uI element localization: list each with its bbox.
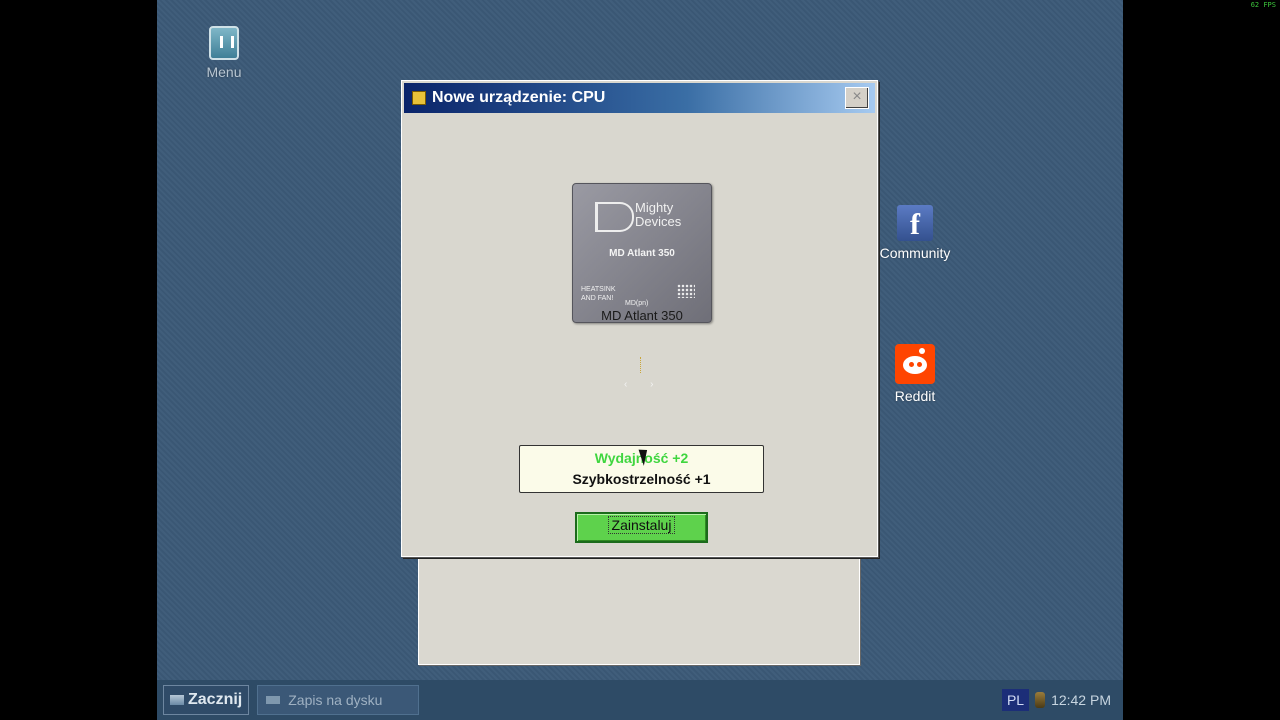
card-model: MD Atlant 350 bbox=[609, 248, 675, 259]
start-label: Zacznij bbox=[188, 691, 243, 708]
background-window bbox=[418, 557, 860, 665]
window-icon bbox=[412, 91, 426, 105]
device-name-label: MD Atlant 350 bbox=[601, 308, 683, 323]
desktop-icon-label: Reddit bbox=[894, 388, 936, 404]
fps-counter: 62 FPS bbox=[1250, 1, 1276, 9]
menu-icon bbox=[209, 26, 239, 60]
install-button[interactable]: Zainstaluj bbox=[575, 512, 708, 543]
mighty-devices-logo-icon bbox=[595, 202, 634, 232]
taskbar-item-save[interactable]: Zapis na dysku bbox=[257, 685, 420, 715]
drive-icon bbox=[266, 696, 281, 704]
card-brand: Mighty Devices bbox=[635, 201, 681, 229]
taskbar-item-label: Zapis na dysku bbox=[288, 692, 383, 708]
carousel-arrows[interactable]: ‹ › bbox=[624, 379, 663, 390]
install-button-label: Zainstaluj bbox=[607, 516, 676, 534]
brand-line1: Mighty bbox=[635, 200, 674, 215]
system-tray: PL 12:42 PM bbox=[1001, 689, 1111, 711]
desktop-icon-label: Community bbox=[879, 245, 951, 261]
clock: 12:42 PM bbox=[1051, 692, 1111, 708]
stat-fire-rate: Szybkostrzelność +1 bbox=[572, 471, 711, 487]
desktop-icon-reddit[interactable]: Reddit bbox=[870, 344, 960, 404]
card-small-line1: HEATSINK bbox=[581, 286, 616, 293]
start-button[interactable]: Zacznij bbox=[163, 685, 250, 715]
desktop-icon-menu[interactable]: Menu bbox=[179, 26, 269, 80]
facebook-icon: f bbox=[897, 205, 933, 241]
reddit-icon bbox=[895, 344, 935, 384]
language-indicator[interactable]: PL bbox=[1001, 689, 1030, 711]
new-device-dialog: Nowe urządzenie: CPU × Mighty Devices MD… bbox=[401, 80, 878, 557]
card-small-text: HEATSINK AND FAN! MD(pn) bbox=[581, 285, 648, 308]
desktop-icon-community[interactable]: f Community bbox=[870, 205, 960, 261]
desktop-icon-label: Menu bbox=[206, 64, 242, 80]
taskbar: Zacznij Zapis na dysku PL 12:42 PM bbox=[157, 680, 1123, 720]
start-icon bbox=[170, 695, 184, 705]
cpu-card: Mighty Devices MD Atlant 350 HEATSINK AN… bbox=[572, 183, 712, 323]
loading-indicator bbox=[640, 357, 643, 373]
card-dot-pattern bbox=[677, 284, 695, 298]
dialog-titlebar[interactable]: Nowe urządzenie: CPU × bbox=[404, 83, 875, 113]
card-small-line3: MD(pn) bbox=[625, 300, 649, 307]
dialog-title: Nowe urządzenie: CPU bbox=[432, 89, 606, 106]
volume-icon[interactable] bbox=[1035, 692, 1046, 708]
brand-line2: Devices bbox=[635, 214, 682, 229]
close-button[interactable]: × bbox=[845, 87, 869, 109]
